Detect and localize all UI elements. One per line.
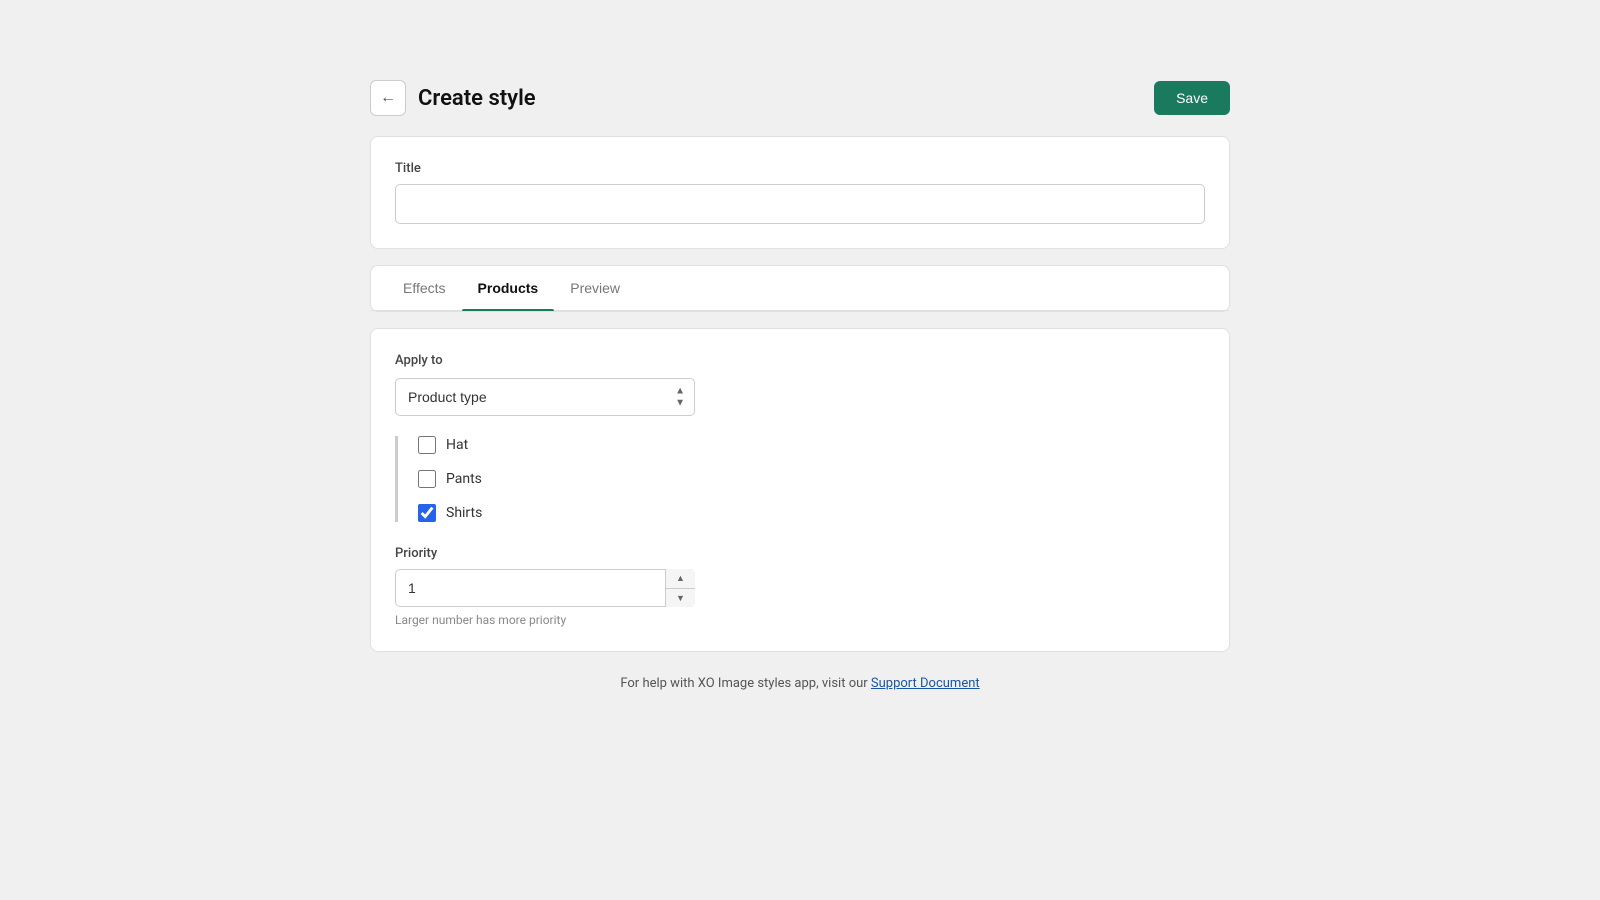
pants-checkbox[interactable] (418, 470, 436, 488)
priority-input-wrapper: ▲ ▼ (395, 569, 695, 607)
product-type-list: Hat Pants Shirts (395, 436, 1205, 522)
header-left: ← Create style (370, 80, 536, 116)
back-button[interactable]: ← (370, 80, 406, 116)
priority-input[interactable] (395, 569, 695, 607)
page-header: ← Create style Save (370, 80, 1230, 116)
product-type-select[interactable]: Product type All products Specific produ… (395, 378, 695, 416)
priority-spinners: ▲ ▼ (665, 569, 695, 607)
list-item: Pants (418, 470, 1205, 488)
shirts-checkbox[interactable] (418, 504, 436, 522)
tabs-card: Effects Products Preview (370, 265, 1230, 312)
product-type-select-wrapper: Product type All products Specific produ… (395, 378, 695, 416)
priority-increment-button[interactable]: ▲ (666, 569, 695, 589)
title-card: Title (370, 136, 1230, 249)
priority-decrement-button[interactable]: ▼ (666, 589, 695, 608)
page-title: Create style (418, 86, 536, 111)
hat-checkbox[interactable] (418, 436, 436, 454)
support-document-link[interactable]: Support Document (871, 676, 980, 691)
title-input[interactable] (395, 184, 1205, 224)
apply-to-label: Apply to (395, 353, 1205, 368)
priority-hint: Larger number has more priority (395, 613, 1205, 627)
tab-products[interactable]: Products (462, 266, 555, 310)
priority-label: Priority (395, 546, 1205, 561)
title-label: Title (395, 161, 1205, 176)
pants-label[interactable]: Pants (446, 471, 482, 487)
footer: For help with XO Image styles app, visit… (370, 676, 1230, 691)
list-item: Shirts (418, 504, 1205, 522)
tab-effects[interactable]: Effects (387, 266, 462, 310)
save-button[interactable]: Save (1154, 81, 1230, 115)
footer-text: For help with XO Image styles app, visit… (620, 676, 871, 691)
tab-preview[interactable]: Preview (554, 266, 636, 310)
shirts-label[interactable]: Shirts (446, 505, 482, 521)
content-card: Apply to Product type All products Speci… (370, 328, 1230, 652)
tabs-nav: Effects Products Preview (371, 266, 1229, 311)
back-icon: ← (380, 89, 396, 107)
list-item: Hat (418, 436, 1205, 454)
hat-label[interactable]: Hat (446, 437, 468, 453)
